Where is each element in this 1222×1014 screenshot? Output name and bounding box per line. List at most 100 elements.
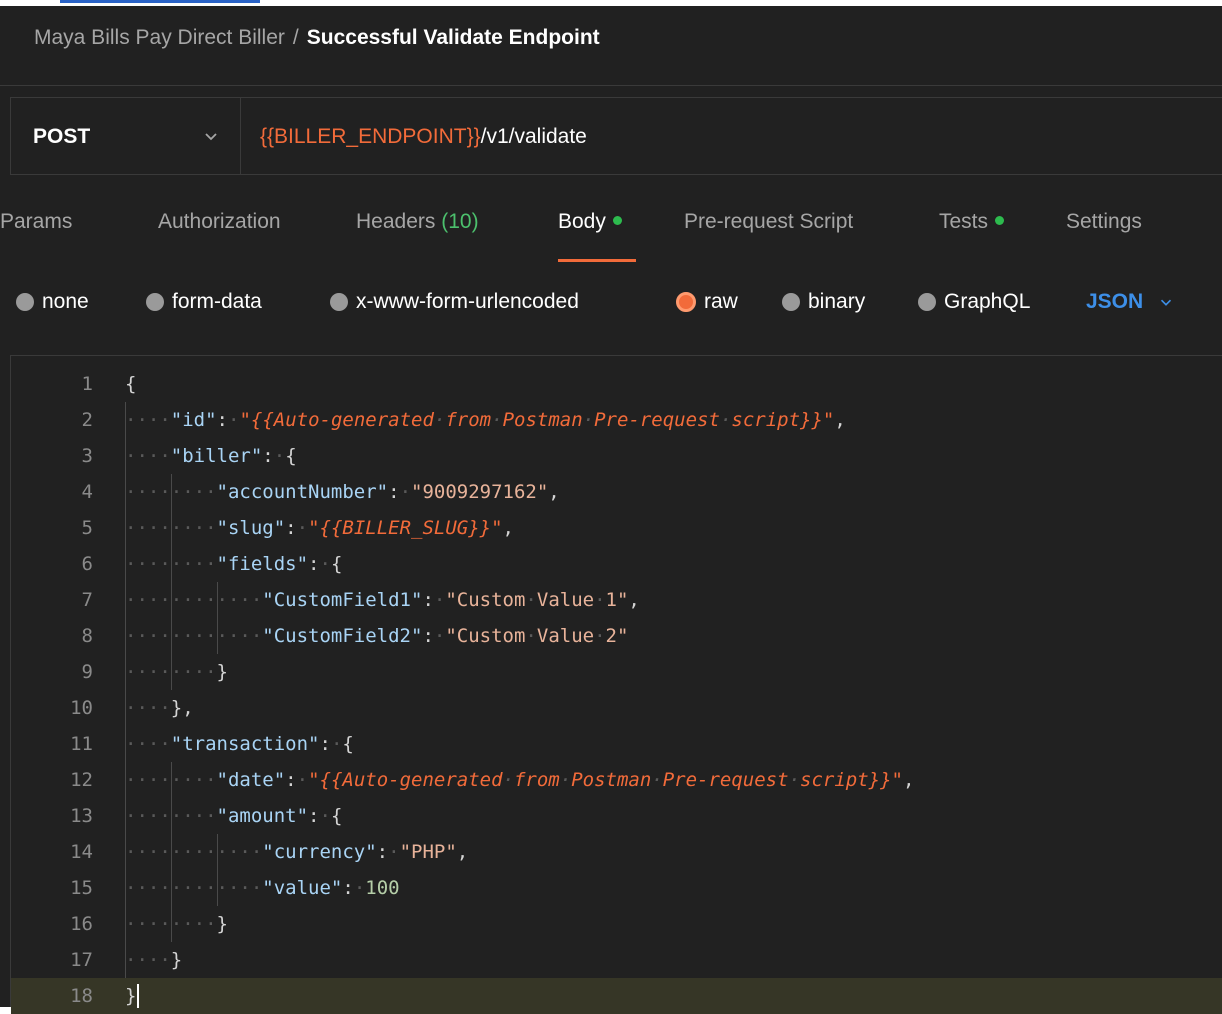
tab-headers[interactable]: Headers (10) [356, 210, 479, 260]
code-text: ····} [125, 949, 183, 971]
line-number: 9 [81, 661, 93, 683]
line-number: 18 [70, 985, 93, 1007]
body-type-raw[interactable]: raw [676, 290, 738, 314]
format-select[interactable]: JSON [1086, 290, 1175, 314]
headers-count: (10) [441, 210, 479, 233]
tab-body[interactable]: Body [558, 210, 622, 260]
code-text: ············"CustomField1":·"Custom·Valu… [125, 589, 640, 611]
header-divider [0, 85, 1222, 86]
code-text: ····}, [125, 697, 194, 719]
code-line[interactable]: 10 ····}, [11, 690, 1222, 726]
code-text: ············"currency":·"PHP", [125, 841, 469, 863]
breadcrumb-collection[interactable]: Maya Bills Pay Direct Biller [34, 26, 285, 49]
code-text: ····"transaction":·{ [125, 733, 354, 755]
body-type-x-www-form-urlencoded[interactable]: x-www-form-urlencoded [330, 290, 579, 314]
chevron-down-icon [205, 133, 217, 141]
indent-guide [216, 834, 218, 906]
line-number: 12 [70, 769, 93, 791]
breadcrumb: Maya Bills Pay Direct Biller / Successful … [34, 26, 600, 50]
code-text: ········} [125, 661, 228, 683]
code-line[interactable]: 12 ········"date":·"{{Auto-generated·from… [11, 762, 1222, 798]
line-number: 5 [81, 517, 93, 539]
text-cursor [137, 984, 140, 1008]
body-type-binary[interactable]: binary [782, 290, 865, 314]
code-line[interactable]: 9 ········} [11, 654, 1222, 690]
line-number: 8 [81, 625, 93, 647]
code-line[interactable]: 1{ [11, 366, 1222, 402]
code-line[interactable]: 3 ····"biller":·{ [11, 438, 1222, 474]
code-line[interactable]: 2 ····"id":·"{{Auto-generated·from·Postma… [11, 402, 1222, 438]
tests-indicator-dot [995, 215, 1005, 225]
line-number: 4 [81, 481, 93, 503]
top-edge-accent [60, 0, 260, 3]
line-number: 17 [70, 949, 93, 971]
indent-guide [216, 582, 218, 654]
line-number: 13 [70, 805, 93, 827]
line-number: 6 [81, 553, 93, 575]
active-tab-underline [558, 259, 636, 262]
radio-icon [146, 293, 164, 311]
code-text: ········"accountNumber":·"9009297162", [125, 481, 560, 503]
url-input[interactable]: {{BILLER_ENDPOINT}}/v1/validate [260, 125, 587, 149]
tab-authorization[interactable]: Authorization [158, 210, 281, 260]
code-line[interactable]: 18} [11, 978, 1222, 1014]
url-variable: {{BILLER_ENDPOINT}} [260, 125, 481, 148]
url-path: /v1/validate [480, 125, 587, 148]
line-number: 10 [70, 697, 93, 719]
line-number: 2 [81, 409, 93, 431]
code-text: ············"CustomField2":·"Custom·Valu… [125, 625, 629, 647]
line-number: 15 [70, 877, 93, 899]
indent-guide [170, 474, 172, 690]
body-type-options: none form-data x-www-form-urlencoded raw… [0, 290, 1222, 320]
method-select[interactable]: POST [11, 98, 241, 174]
line-number: 16 [70, 913, 93, 935]
code-line[interactable]: 7 ············"CustomField1":·"Custom·Val… [11, 582, 1222, 618]
code-line[interactable]: 17 ····} [11, 942, 1222, 978]
code-line[interactable]: 8 ············"CustomField2":·"Custom·Val… [11, 618, 1222, 654]
radio-icon [16, 293, 34, 311]
tab-pre-request-script[interactable]: Pre-request Script [684, 210, 853, 260]
code-line[interactable]: 13 ········"amount":·{ [11, 798, 1222, 834]
body-type-form-data[interactable]: form-data [146, 290, 262, 314]
code-text: } [125, 985, 137, 1007]
body-type-none[interactable]: none [16, 290, 89, 314]
code-line[interactable]: 5 ········"slug":·"{{BILLER_SLUG}}", [11, 510, 1222, 546]
format-label: JSON [1086, 290, 1144, 313]
code-text: { [125, 373, 137, 395]
code-line[interactable]: 16 ········} [11, 906, 1222, 942]
indent-guide [125, 402, 126, 978]
code-line[interactable]: 4 ········"accountNumber":·"9009297162", [11, 474, 1222, 510]
code-line[interactable]: 11 ····"transaction":·{ [11, 726, 1222, 762]
code-text: ········"date":·"{{Auto-generated·from·P… [125, 769, 915, 791]
tab-settings[interactable]: Settings [1066, 210, 1142, 260]
code-editor[interactable]: 1{ 2 ····"id":·"{{Auto-generated·from·Post… [10, 355, 1222, 1014]
code-text: ····"biller":·{ [125, 445, 297, 467]
url-bar: POST {{BILLER_ENDPOINT}}/v1/validate [10, 97, 1222, 175]
line-number: 3 [81, 445, 93, 467]
method-label: POST [33, 125, 91, 148]
code-text: ········} [125, 913, 228, 935]
radio-icon [330, 293, 348, 311]
tab-tests[interactable]: Tests [939, 210, 1005, 260]
radio-selected-icon [676, 292, 696, 312]
indent-guide [170, 762, 172, 942]
tab-params[interactable]: Params [0, 210, 72, 260]
body-type-graphql[interactable]: GraphQL [918, 290, 1030, 314]
line-number: 7 [81, 589, 93, 611]
radio-icon [918, 293, 936, 311]
code-text: ····"id":·"{{Auto-generated·from·Postman… [125, 409, 846, 431]
chevron-down-icon [1161, 299, 1172, 306]
code-text: ········"amount":·{ [125, 805, 343, 827]
line-number: 11 [70, 733, 93, 755]
line-number: 14 [70, 841, 93, 863]
code-line[interactable]: 6 ········"fields":·{ [11, 546, 1222, 582]
code-line[interactable]: 15 ············"value":·100 [11, 870, 1222, 906]
code-text: ············"value":·100 [125, 877, 400, 899]
radio-icon [782, 293, 800, 311]
body-indicator-dot [612, 215, 622, 225]
code-text: ········"fields":·{ [125, 553, 343, 575]
breadcrumb-separator: / [292, 26, 299, 49]
code-text: ········"slug":·"{{BILLER_SLUG}}", [125, 517, 514, 539]
breadcrumb-request[interactable]: Successful Validate Endpoint [307, 26, 600, 49]
code-line[interactable]: 14 ············"currency":·"PHP", [11, 834, 1222, 870]
